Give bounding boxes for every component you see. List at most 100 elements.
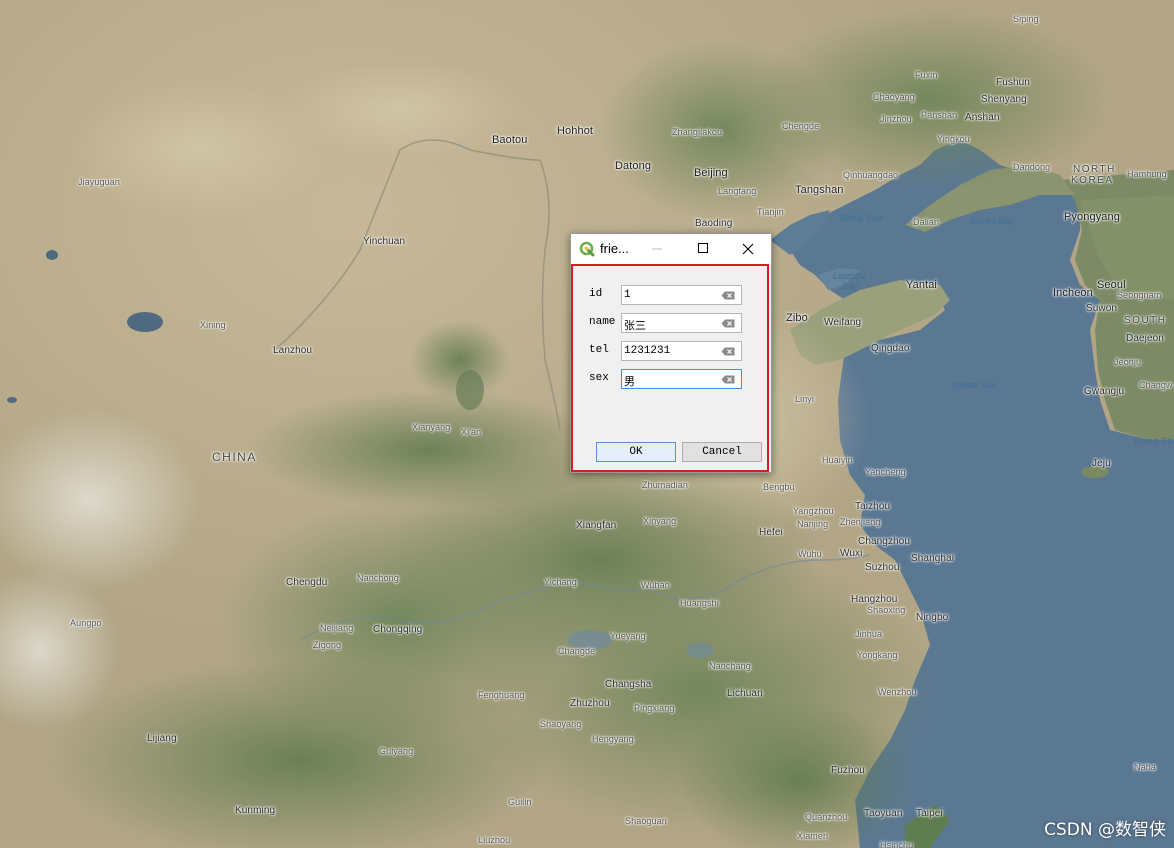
form-row-sex: sex 男: [589, 369, 749, 389]
map-label: Yancheng: [865, 467, 906, 477]
map-label: Kunming: [235, 805, 276, 816]
map-label: Xinyang: [643, 516, 677, 526]
field-label-sex: sex: [589, 372, 609, 384]
map-label: Dalian: [913, 217, 940, 227]
map-label: Yueyang: [610, 631, 646, 641]
map-label: Seongnam: [1117, 290, 1162, 300]
form-row-id: id 1: [589, 285, 749, 305]
map-label: Jiayuguan: [78, 177, 120, 187]
map-label: Xiamen: [797, 831, 829, 841]
map-label: Xiangfan: [576, 520, 617, 531]
map-label: Jinzhou: [880, 114, 912, 124]
tel-field[interactable]: 1231231: [621, 341, 742, 361]
map-label: Yongkang: [857, 650, 898, 660]
field-label-tel: tel: [589, 344, 609, 356]
map-label: Yangzhou: [793, 506, 834, 516]
map-label: Taipei: [916, 808, 943, 819]
map-label: Hengyang: [592, 734, 634, 744]
map-label: Changzhou: [858, 536, 911, 547]
map-label: Lichuan: [727, 688, 763, 699]
map-label: Yantai: [906, 279, 937, 291]
map-label: Tianjin: [757, 207, 784, 217]
map-label: Xianyang: [412, 422, 451, 432]
map-label: Shaoguan: [625, 816, 667, 826]
map-label: Lanzhou: [273, 345, 313, 356]
map-label: Nanchong: [357, 573, 399, 583]
map-label: Langfang: [718, 186, 757, 196]
map-label: CHINA: [212, 450, 257, 464]
map-label: Wenzhou: [878, 687, 917, 697]
map-label: Fuzhou: [831, 765, 865, 776]
map-label: Zibo: [786, 312, 808, 324]
id-field[interactable]: 1: [621, 285, 742, 305]
map-label: Weifang: [824, 317, 862, 328]
ok-button[interactable]: OK: [596, 442, 676, 462]
map-label: Aungpo: [70, 618, 102, 628]
close-button[interactable]: [725, 234, 771, 264]
map-label: KOREA: [1071, 175, 1114, 186]
map-label: Naha: [1134, 762, 1156, 772]
map-label: Yellow Sea: [951, 380, 997, 390]
map-label: Qingdao: [871, 343, 910, 354]
map-label: Taoyuan: [864, 808, 903, 819]
dialog-title: frie...: [600, 241, 629, 256]
map-label: Fenghuang: [478, 690, 525, 700]
map-label: Laizhou: [833, 271, 866, 281]
map-label: Panshan: [921, 110, 958, 120]
map-label: Changsha: [605, 679, 652, 690]
map-label: Bay: [842, 281, 858, 291]
map-label: Suwon: [1086, 303, 1118, 314]
map-label: Zigong: [313, 640, 342, 650]
map-label: Hohhot: [557, 125, 594, 137]
clear-icon[interactable]: [721, 319, 735, 328]
name-field[interactable]: 张三: [621, 313, 742, 333]
map-label: Korea Stra: [1134, 436, 1174, 446]
map-label: Hamhung: [1127, 169, 1167, 179]
map-label: Incheon: [1053, 287, 1093, 299]
map-label: Liuzhou: [478, 835, 511, 845]
dialog-titlebar[interactable]: frie...: [571, 234, 771, 264]
qgis-icon: [579, 241, 595, 257]
clear-icon[interactable]: [721, 347, 735, 356]
map-label: Pingxiang: [634, 703, 675, 713]
form-row-name: name 张三: [589, 313, 749, 333]
map-label: Yichang: [544, 577, 577, 587]
map-label: Hsinchu: [880, 840, 914, 848]
cancel-button[interactable]: Cancel: [682, 442, 762, 462]
map-label: Suzhou: [865, 562, 900, 573]
map-label: Shaoxing: [867, 605, 906, 615]
sex-field-value: 男: [624, 377, 635, 389]
form-body-highlight: id 1 name 张三 tel 1231231 sex 男: [571, 264, 769, 472]
map-label: Changde: [558, 646, 596, 656]
map-label: Tangshan: [795, 184, 844, 196]
map-label: Guilin: [508, 797, 532, 807]
map-label: Jinhua: [855, 629, 883, 639]
minimize-icon: [652, 248, 662, 250]
map-label: Zhuzhou: [570, 698, 610, 709]
clear-icon[interactable]: [721, 291, 735, 300]
map-label: Pyongyang: [1064, 211, 1120, 223]
map-label: Huaiyin: [822, 455, 853, 465]
map-label: Xi'an: [461, 427, 482, 437]
map-label: Datong: [615, 160, 652, 172]
map-label: Zhenjiang: [840, 517, 881, 527]
clear-icon[interactable]: [721, 375, 735, 384]
maximize-button[interactable]: [680, 234, 726, 264]
map-label: Guiyang: [379, 746, 414, 756]
sex-field[interactable]: 男: [621, 369, 742, 389]
map-label: Gwangju: [1084, 386, 1125, 397]
map-label: Zhumadian: [642, 480, 688, 490]
map-label: SOUTH: [1124, 315, 1167, 326]
map-label: Chengde: [782, 121, 820, 131]
watermark: CSDN @数智侠: [1044, 820, 1166, 840]
id-field-value: 1: [624, 289, 631, 301]
map-label: Quanzhou: [805, 812, 848, 822]
map-label: Jeju: [1092, 458, 1111, 469]
map-label: Changw: [1139, 380, 1173, 390]
map-label: Siping: [1013, 14, 1039, 24]
feature-form-dialog: frie... id 1 name 张三 tel 1231231 sex 男 O…: [570, 233, 772, 473]
map-label: Fushun: [996, 77, 1030, 88]
map-label: Xining: [200, 320, 226, 330]
map-label: Bohai Sea: [840, 213, 883, 223]
map-label: Wuxi: [840, 548, 863, 559]
